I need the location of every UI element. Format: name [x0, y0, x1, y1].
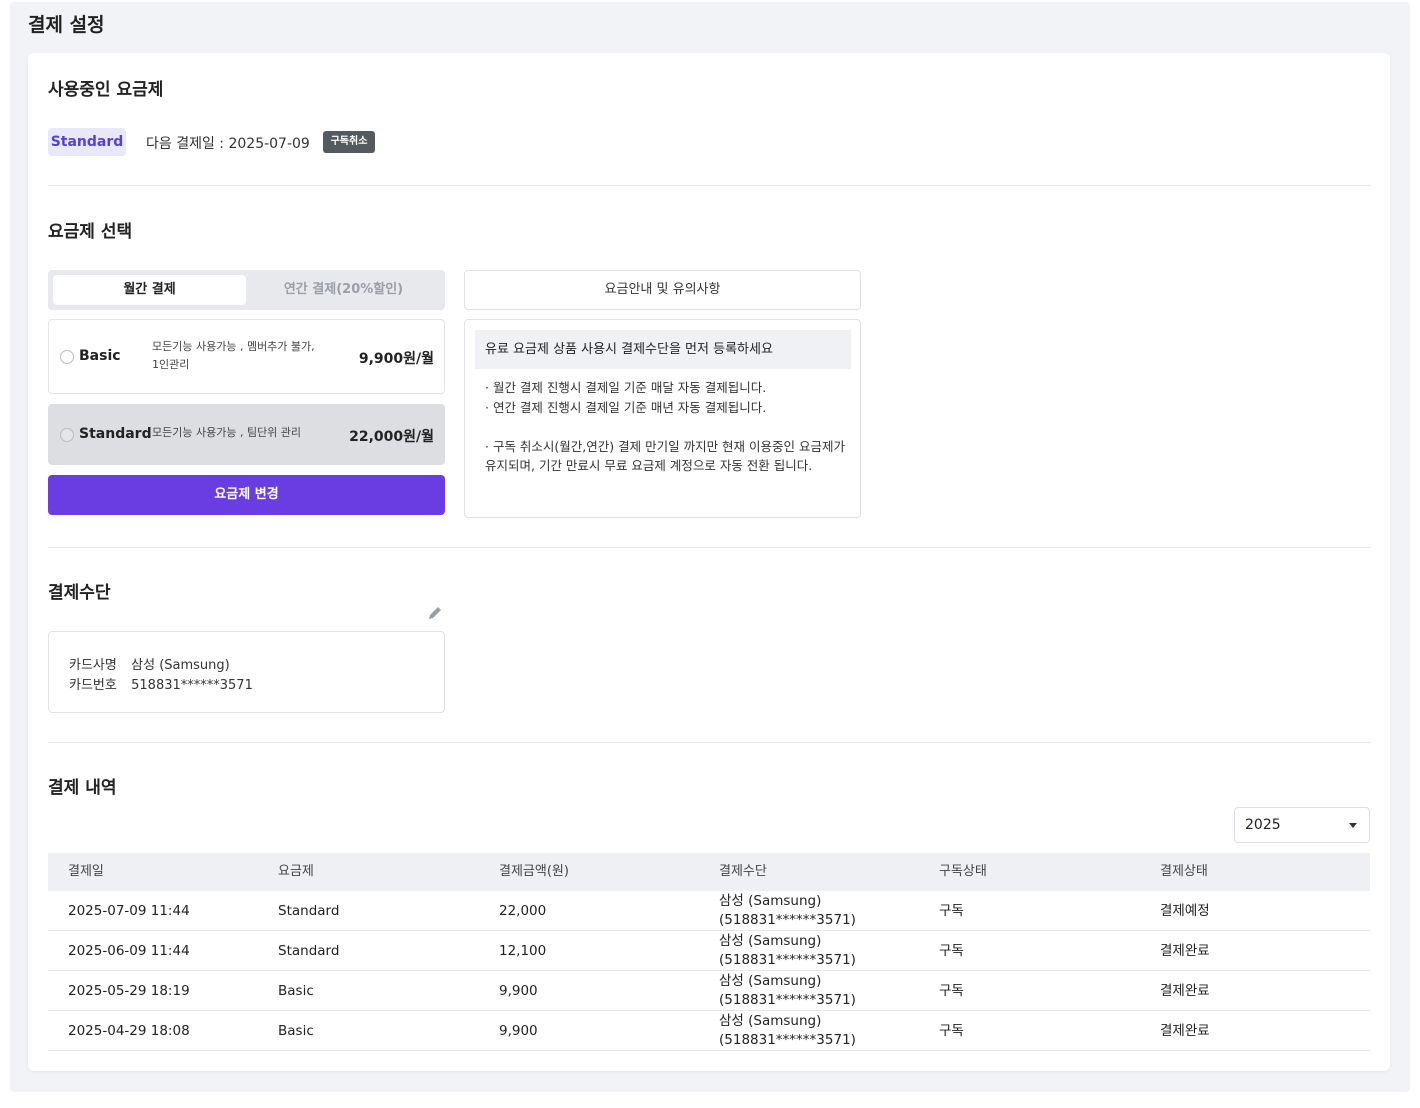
plan-description: 모든기능 사용가능 , 팀단위 관리 [152, 426, 302, 439]
card-company-value: 삼성 (Samsung) [131, 658, 230, 673]
cell-amount: 22,000 [499, 903, 547, 919]
card-number-row: 카드번호 518831******3571 [69, 674, 253, 693]
cell-plan: Basic [278, 983, 314, 999]
guide-heading: 유료 요금제 상품 사용시 결제수단을 먼저 등록하세요 [475, 330, 851, 369]
cell-date: 2025-05-29 18:19 [68, 983, 190, 999]
cell-plan: Standard [278, 903, 340, 919]
payment-method-title: 결제수단 [48, 583, 111, 603]
table-body: 2025-07-09 11:44 Standard 22,000 삼성 (Samsun… [48, 891, 1370, 1051]
card-number-label: 카드번호 [69, 678, 117, 693]
divider [48, 185, 1370, 186]
plan-description: 모든기능 사용가능 , 멤버추가 불가, 1인관리 [152, 338, 332, 374]
tab-pricing-guide[interactable]: 요금안내 및 유의사항 [464, 270, 861, 310]
current-plan-title: 사용중인 요금제 [48, 80, 164, 100]
year-select-value: 2025 [1245, 817, 1281, 833]
plan-price: 22,000원/월 [349, 429, 434, 445]
radio-standard[interactable] [60, 428, 74, 442]
cell-status: 결제완료 [1160, 1023, 1210, 1039]
cell-sub: 구독 [939, 943, 964, 959]
tab-monthly[interactable]: 월간 결제 [53, 275, 246, 305]
table-row: 2025-05-29 18:19 Basic 9,900 삼성 (Samsung) (5… [48, 971, 1370, 1011]
payment-history-table: 결제일 요금제 결제금액(원) 결제수단 구독상태 결제상태 2025-07-0… [48, 853, 1370, 1051]
plan-option-standard[interactable]: Standard 모든기능 사용가능 , 팀단위 관리 22,000원/월 [48, 404, 445, 465]
guide-line: · 연간 결제 진행시 결제일 기준 매년 자동 결제됩니다. [485, 400, 767, 415]
year-select[interactable]: 2025 [1234, 807, 1370, 843]
pricing-guide-box: 유료 요금제 상품 사용시 결제수단을 먼저 등록하세요 · 월간 결제 진행시… [464, 319, 861, 518]
card-number-text: (518831******3571) [719, 1032, 856, 1048]
column-header: 결제일 [68, 864, 104, 879]
table-header: 결제일 요금제 결제금액(원) 결제수단 구독상태 결제상태 [48, 853, 1370, 891]
cell-payment-method: 삼성 (Samsung) (518831******3571) [719, 972, 856, 1010]
guide-line: · 구독 취소시(월간,연간) 결제 만기일 까지만 현재 이용중인 요금제가 … [485, 439, 845, 473]
plan-option-basic[interactable]: Basic 모든기능 사용가능 , 멤버추가 불가, 1인관리 9,900원/월 [48, 319, 445, 394]
settings-card: 사용중인 요금제 Standard 다음 결제일 : 2025-07-09 구독… [28, 53, 1390, 1071]
cell-date: 2025-04-29 18:08 [68, 1023, 190, 1039]
page-background: 결제 설정 사용중인 요금제 Standard 다음 결제일 : 2025-07… [10, 2, 1410, 1092]
tab-yearly[interactable]: 연간 결제(20%할인) [247, 275, 440, 305]
card-company-text: 삼성 (Samsung) [719, 893, 822, 909]
column-header: 요금제 [278, 864, 314, 879]
column-header: 결제금액(원) [499, 864, 569, 879]
divider [48, 742, 1370, 743]
plan-name: Standard [79, 426, 152, 442]
card-company-text: 삼성 (Samsung) [719, 933, 822, 949]
next-payment-date: 다음 결제일 : 2025-07-09 [146, 136, 310, 152]
card-company-row: 카드사명 삼성 (Samsung) [69, 654, 230, 673]
billing-cycle-toggle: 월간 결제 연간 결제(20%할인) [48, 270, 445, 310]
cell-date: 2025-06-09 11:44 [68, 943, 190, 959]
payment-method-box: 카드사명 삼성 (Samsung) 카드번호 518831******3571 [48, 631, 445, 713]
cell-plan: Basic [278, 1023, 314, 1039]
cancel-subscription-button[interactable]: 구독취소 [323, 131, 375, 153]
cell-payment-method: 삼성 (Samsung) (518831******3571) [719, 932, 856, 970]
cell-plan: Standard [278, 943, 340, 959]
table-row: 2025-06-09 11:44 Standard 12,100 삼성 (Samsun… [48, 931, 1370, 971]
plan-select-title: 요금제 선택 [48, 222, 133, 242]
cell-amount: 9,900 [499, 983, 538, 999]
plan-price: 9,900원/월 [358, 351, 434, 367]
card-number-value: 518831******3571 [131, 678, 253, 693]
card-number-text: (518831******3571) [719, 992, 856, 1008]
cell-status: 결제완료 [1160, 943, 1210, 959]
cell-amount: 12,100 [499, 943, 547, 959]
cell-amount: 9,900 [499, 1023, 538, 1039]
card-company-label: 카드사명 [69, 658, 117, 673]
column-header: 결제상태 [1160, 864, 1208, 879]
chevron-down-icon [1349, 823, 1357, 828]
card-number-text: (518831******3571) [719, 912, 856, 928]
plan-description-line: 1인관리 [152, 358, 190, 371]
divider [48, 547, 1370, 548]
card-company-text: 삼성 (Samsung) [719, 1013, 822, 1029]
cell-status: 결제예정 [1160, 903, 1210, 919]
column-header: 구독상태 [939, 864, 987, 879]
radio-basic[interactable] [60, 350, 74, 364]
cell-sub: 구독 [939, 1023, 964, 1039]
table-row: 2025-04-29 18:08 Basic 9,900 삼성 (Samsung) (5… [48, 1011, 1370, 1051]
column-header: 결제수단 [719, 864, 767, 879]
guide-line: · 월간 결제 진행시 결제일 기준 매달 자동 결제됩니다. [485, 380, 767, 395]
payment-history-title: 결제 내역 [48, 778, 117, 798]
cell-sub: 구독 [939, 903, 964, 919]
card-company-text: 삼성 (Samsung) [719, 973, 822, 989]
cell-status: 결제완료 [1160, 983, 1210, 999]
plan-name: Basic [79, 348, 121, 364]
cell-date: 2025-07-09 11:44 [68, 903, 190, 919]
cell-payment-method: 삼성 (Samsung) (518831******3571) [719, 892, 856, 930]
page-title: 결제 설정 [28, 14, 105, 36]
plan-badge: Standard [48, 128, 126, 156]
cell-payment-method: 삼성 (Samsung) (518831******3571) [719, 1012, 856, 1050]
cell-sub: 구독 [939, 983, 964, 999]
change-plan-button[interactable]: 요금제 변경 [48, 475, 445, 515]
plan-description-line: 모든기능 사용가능 , 멤버추가 불가, [152, 340, 315, 353]
card-number-text: (518831******3571) [719, 952, 856, 968]
pencil-icon[interactable] [426, 604, 444, 622]
table-row: 2025-07-09 11:44 Standard 22,000 삼성 (Samsun… [48, 891, 1370, 931]
